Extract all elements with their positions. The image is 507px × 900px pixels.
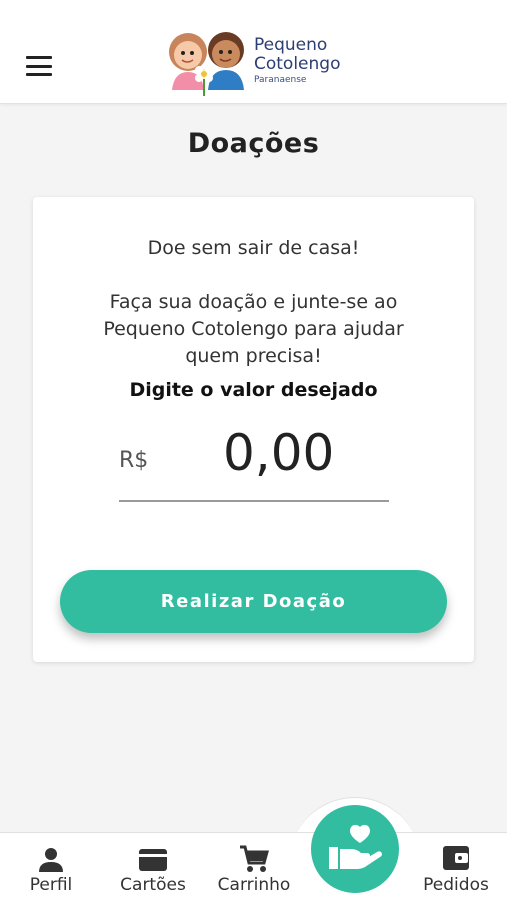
- pequeno-cotolengo-logo: Pequeno Cotolengo Paranaense: [166, 28, 346, 100]
- card-description: Faça sua doação e junte-se ao Pequeno Co…: [103, 291, 404, 367]
- person-icon: [22, 839, 80, 872]
- donation-fab-button[interactable]: [311, 805, 399, 893]
- wallet-icon: [417, 839, 495, 871]
- nav-item-carrinho[interactable]: Carrinho: [212, 839, 296, 895]
- page-title: Doações: [187, 128, 320, 159]
- nav-label-carrinho: Carrinho: [217, 875, 291, 895]
- nav-item-pedidos[interactable]: Pedidos: [417, 839, 495, 895]
- bottom-navigation: Perfil Cartões Carrinho Pedidos: [0, 832, 507, 900]
- nav-label-pedidos: Pedidos: [423, 875, 489, 895]
- logo-line-3: Paranaense: [254, 75, 307, 86]
- amount-input[interactable]: [223, 424, 383, 482]
- nav-item-perfil[interactable]: Perfil: [22, 839, 80, 895]
- card-headline: Doe sem sair de casa!: [147, 237, 360, 259]
- nav-label-perfil: Perfil: [29, 875, 73, 895]
- donate-button[interactable]: Realizar Doação: [60, 570, 447, 633]
- amount-prompt: Digite o valor desejado: [129, 379, 378, 401]
- donation-card: Doe sem sair de casa! Faça sua doação e …: [33, 197, 474, 662]
- donation-heart-hand-icon: [329, 824, 382, 869]
- logo-line-2: Cotolengo: [254, 54, 341, 75]
- nav-label-cartoes: Cartões: [120, 875, 186, 895]
- shopping-cart-icon: [212, 839, 296, 872]
- logo-line-1: Pequeno: [254, 35, 328, 55]
- hamburger-menu-icon[interactable]: [22, 52, 56, 80]
- logo-children-icon: [169, 32, 244, 96]
- app-header: Pequeno Cotolengo Paranaense: [0, 0, 507, 104]
- credit-card-icon: [112, 839, 194, 871]
- currency-label: R$: [119, 448, 149, 473]
- nav-item-cartoes[interactable]: Cartões: [112, 839, 194, 895]
- logo-text: Pequeno Cotolengo Paranaense: [254, 35, 341, 86]
- amount-field[interactable]: R$: [119, 422, 389, 502]
